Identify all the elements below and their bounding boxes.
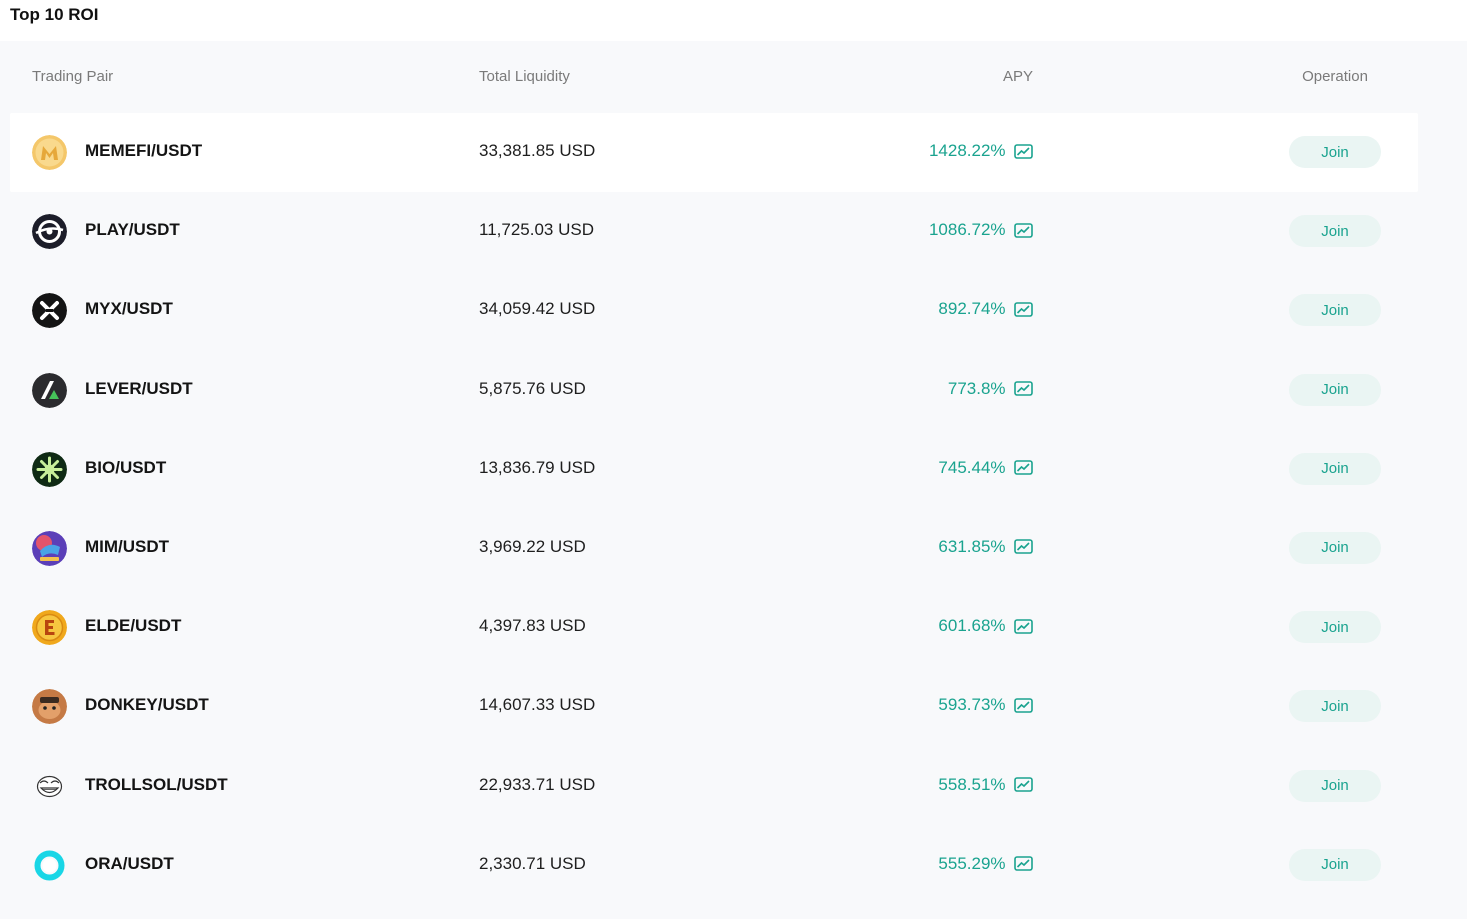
trading-pair-name: ORA/USDT — [85, 853, 174, 873]
header-total-liquidity: Total Liquidity — [479, 68, 570, 85]
apy-cell: 631.85% — [833, 537, 1033, 557]
apy-value: 558.51% — [938, 774, 1006, 794]
total-liquidity-value: 34,059.42 USD — [479, 299, 596, 319]
table-row[interactable]: MEMEFI/USDT 33,381.85 USD 1428.22% Join — [10, 113, 1418, 193]
apy-chart-icon[interactable] — [1014, 143, 1033, 160]
bio-coin-icon — [32, 451, 67, 487]
header-trading-pair: Trading Pair — [32, 68, 114, 85]
trading-pair-name: MIM/USDT — [85, 536, 170, 556]
apy-value: 601.68% — [938, 616, 1006, 636]
total-liquidity-value: 14,607.33 USD — [479, 695, 596, 715]
join-button[interactable]: Join — [1289, 373, 1381, 406]
apy-chart-icon[interactable] — [1014, 776, 1033, 793]
join-button[interactable]: Join — [1289, 531, 1381, 564]
apy-cell: 745.44% — [833, 458, 1033, 478]
total-liquidity-value: 33,381.85 USD — [479, 141, 596, 160]
trading-pair-name: MEMEFI/USDT — [85, 141, 203, 160]
play-coin-icon — [32, 214, 67, 250]
trading-pair-name: LEVER/USDT — [85, 378, 193, 398]
apy-cell: 773.8% — [833, 379, 1033, 399]
apy-chart-icon[interactable] — [1014, 697, 1033, 714]
table-row[interactable]: ELDE/USDT 4,397.83 USD 601.68% Join — [10, 588, 1418, 667]
trading-pair-name: ELDE/USDT — [85, 616, 182, 636]
apy-chart-icon[interactable] — [1014, 301, 1033, 318]
apy-cell: 555.29% — [833, 854, 1033, 874]
apy-value: 1086.72% — [928, 220, 1006, 240]
table-row[interactable]: LEVER/USDT 5,875.76 USD 773.8% Join — [10, 351, 1418, 430]
table-header: Trading Pair Total Liquidity APY Operati… — [0, 41, 1467, 113]
total-liquidity-value: 4,397.83 USD — [479, 616, 586, 636]
join-button[interactable]: Join — [1289, 452, 1381, 485]
mim-coin-icon — [32, 530, 67, 566]
trading-pair-name: TROLLSOL/USDT — [85, 774, 228, 794]
lever-coin-icon — [32, 372, 67, 408]
join-button[interactable]: Join — [1289, 215, 1381, 248]
apy-value: 555.29% — [938, 853, 1006, 873]
header-operation: Operation — [1302, 68, 1368, 85]
trollsol-coin-icon — [32, 768, 67, 804]
apy-value: 1428.22% — [928, 141, 1006, 160]
trading-pair-name: PLAY/USDT — [85, 220, 180, 240]
table-row[interactable]: MYX/USDT 34,059.42 USD 892.74% Join — [10, 271, 1418, 350]
apy-cell: 601.68% — [833, 616, 1033, 636]
trading-pair-name: MYX/USDT — [85, 299, 173, 319]
apy-chart-icon[interactable] — [1014, 380, 1033, 397]
apy-value: 593.73% — [938, 695, 1006, 715]
trading-pair-name: DONKEY/USDT — [85, 695, 209, 715]
apy-chart-icon[interactable] — [1014, 538, 1033, 555]
donkey-coin-icon — [32, 689, 67, 725]
table-row[interactable]: BIO/USDT 13,836.79 USD 745.44% Join — [10, 430, 1418, 509]
apy-value: 745.44% — [938, 457, 1006, 477]
table-row[interactable]: DONKEY/USDT 14,607.33 USD 593.73% Join — [10, 667, 1418, 746]
total-liquidity-value: 5,875.76 USD — [479, 378, 586, 398]
apy-chart-icon[interactable] — [1014, 222, 1033, 239]
apy-value: 773.8% — [947, 378, 1006, 398]
total-liquidity-value: 22,933.71 USD — [479, 774, 596, 794]
join-button[interactable]: Join — [1289, 848, 1381, 881]
join-button[interactable]: Join — [1289, 690, 1381, 723]
table-row[interactable]: TROLLSOL/USDT 22,933.71 USD 558.51% Join — [10, 747, 1418, 826]
table-body: MEMEFI/USDT 33,381.85 USD 1428.22% Join … — [0, 113, 1467, 905]
memefi-coin-icon — [32, 135, 67, 170]
ora-coin-icon — [32, 847, 67, 883]
elde-coin-icon — [32, 610, 67, 646]
total-liquidity-value: 3,969.22 USD — [479, 536, 586, 556]
table-row[interactable]: ORA/USDT 2,330.71 USD 555.29% Join — [10, 826, 1418, 905]
myx-coin-icon — [32, 293, 67, 329]
trading-pair-name: BIO/USDT — [85, 457, 167, 477]
apy-value: 892.74% — [938, 299, 1006, 319]
apy-chart-icon[interactable] — [1014, 459, 1033, 476]
roi-table: Trading Pair Total Liquidity APY Operati… — [0, 41, 1467, 919]
header-apy: APY — [1002, 68, 1033, 85]
apy-cell: 1428.22% — [833, 141, 1033, 161]
total-liquidity-value: 2,330.71 USD — [479, 853, 586, 873]
join-button[interactable]: Join — [1289, 611, 1381, 644]
table-row[interactable]: PLAY/USDT 11,725.03 USD 1086.72% Join — [10, 192, 1418, 271]
table-row[interactable]: MIM/USDT 3,969.22 USD 631.85% Join — [10, 509, 1418, 588]
apy-chart-icon[interactable] — [1014, 855, 1033, 872]
apy-cell: 1086.72% — [833, 220, 1033, 240]
join-button[interactable]: Join — [1289, 136, 1381, 168]
apy-cell: 593.73% — [833, 695, 1033, 715]
apy-cell: 892.74% — [833, 299, 1033, 319]
join-button[interactable]: Join — [1289, 294, 1381, 327]
apy-chart-icon[interactable] — [1014, 618, 1033, 635]
apy-value: 631.85% — [938, 536, 1006, 556]
total-liquidity-value: 11,725.03 USD — [479, 220, 594, 240]
total-liquidity-value: 13,836.79 USD — [479, 457, 596, 477]
join-button[interactable]: Join — [1289, 769, 1381, 802]
apy-cell: 558.51% — [833, 775, 1033, 795]
section-title: Top 10 ROI — [10, 5, 99, 24]
